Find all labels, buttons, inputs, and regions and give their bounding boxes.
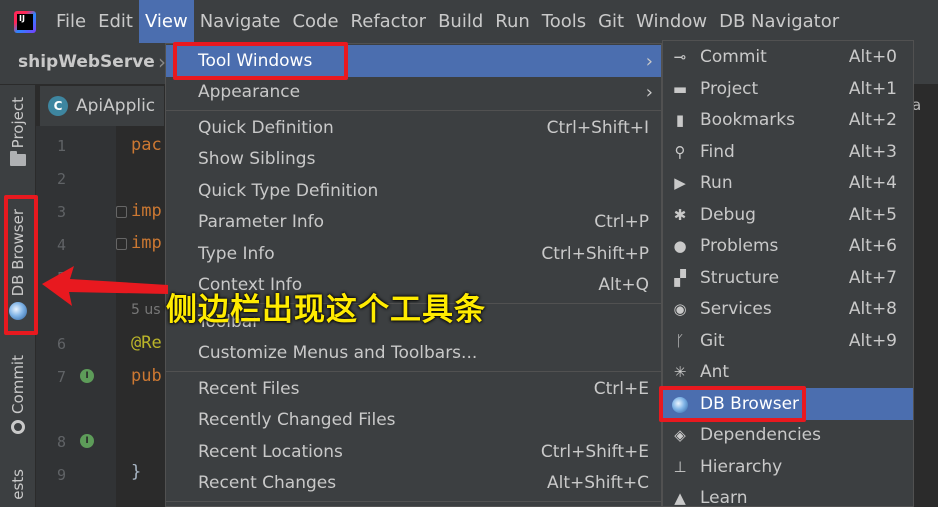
line-number: 7: [56, 368, 66, 386]
annotation-arrow-icon: [42, 266, 168, 306]
submenu-item-bookmarks[interactable]: ▮ Bookmarks Alt+2: [663, 104, 913, 136]
bug-icon: ✱: [673, 206, 687, 224]
code-line[interactable]: @Re: [131, 333, 162, 353]
submenu-item-problems[interactable]: ● Problems Alt+6: [663, 230, 913, 262]
sidebar-tests-button[interactable]: ests: [0, 469, 36, 500]
intellij-logo-icon: IJ: [14, 10, 36, 33]
folder-icon: ▬: [672, 80, 688, 98]
menu-db-navigator[interactable]: DB Navigator: [713, 0, 845, 43]
menu-file[interactable]: File: [50, 0, 92, 43]
code-line[interactable]: }: [131, 462, 141, 482]
menu-separator: [166, 501, 661, 502]
sidebar-commit-button[interactable]: Commit: [0, 355, 36, 434]
menu-separator: [166, 110, 661, 111]
code-line[interactable]: pub: [131, 366, 162, 386]
submenu-arrow-icon: ›: [645, 81, 653, 103]
menu-item-parameter-info[interactable]: Parameter Info Ctrl+P: [166, 206, 661, 238]
menu-navigate[interactable]: Navigate: [194, 0, 287, 43]
menu-bar: IJ File Edit View Navigate Code Refactor…: [0, 0, 938, 43]
ant-icon: ✳: [673, 363, 687, 381]
menu-git[interactable]: Git: [592, 0, 630, 43]
sidebar-commit-label: Commit: [9, 355, 27, 414]
submenu-item-services[interactable]: ◉ Services Alt+8: [663, 293, 913, 325]
code-line[interactable]: imp: [131, 233, 162, 253]
line-number: 8: [56, 433, 66, 451]
dependencies-icon: ◈: [674, 426, 686, 444]
menu-refactor[interactable]: Refactor: [345, 0, 433, 43]
submenu-item-commit[interactable]: ⊸ Commit Alt+0: [663, 41, 913, 73]
code-line[interactable]: imp: [131, 201, 162, 221]
line-number: 2: [56, 170, 66, 188]
annotation-highlight-sidebar-db-browser: [4, 195, 38, 335]
submenu-item-run[interactable]: ▶ Run Alt+4: [663, 167, 913, 199]
project-breadcrumb[interactable]: shipWebServe: [18, 52, 155, 72]
sidebar-project-button[interactable]: Project: [0, 97, 36, 167]
folder-icon: [10, 151, 26, 167]
menu-item-recent-locations[interactable]: Recent Locations Ctrl+Shift+E: [166, 436, 661, 468]
menu-build[interactable]: Build: [432, 0, 489, 43]
line-number: 4: [56, 236, 66, 254]
class-icon: C: [48, 96, 68, 116]
code-line[interactable]: pac: [131, 135, 162, 155]
search-icon: ⚲: [674, 143, 686, 161]
line-number: 9: [56, 466, 66, 484]
menu-item-recent-changes[interactable]: Recent Changes Alt+Shift+C: [166, 467, 661, 499]
line-number: 3: [56, 203, 66, 221]
menu-item-recently-changed-files[interactable]: Recently Changed Files: [166, 404, 661, 436]
learn-icon: ▲: [674, 489, 686, 507]
implementation-gutter-icon[interactable]: I: [80, 369, 94, 383]
menu-item-appearance[interactable]: Appearance ›: [166, 76, 661, 108]
annotation-highlight-tool-windows: [173, 42, 348, 80]
commit-icon: ⊸: [673, 48, 687, 66]
sidebar-tests-label: ests: [9, 469, 27, 500]
git-icon: ᚴ: [675, 332, 685, 350]
play-icon: ▶: [674, 174, 686, 192]
hierarchy-icon: ⊥: [673, 458, 687, 476]
submenu-item-project[interactable]: ▬ Project Alt+1: [663, 73, 913, 105]
sidebar-project-label: Project: [9, 97, 27, 149]
menu-edit[interactable]: Edit: [92, 0, 139, 43]
fold-marker-icon[interactable]: [116, 238, 127, 250]
services-icon: ◉: [673, 300, 687, 318]
editor-tab[interactable]: C ApiApplic: [40, 86, 164, 126]
warning-icon: ●: [673, 237, 687, 255]
menu-item-show-siblings[interactable]: Show Siblings: [166, 143, 661, 175]
submenu-item-learn[interactable]: ▲ Learn: [663, 482, 913, 507]
annotation-highlight-submenu-db-browser: [659, 386, 806, 422]
submenu-item-debug[interactable]: ✱ Debug Alt+5: [663, 199, 913, 231]
line-number: 6: [56, 335, 66, 353]
submenu-arrow-icon: ›: [645, 50, 653, 72]
menu-item-customize-menus[interactable]: Customize Menus and Toolbars...: [166, 337, 661, 369]
view-menu-dropdown: Tool Windows › Appearance › Quick Defini…: [165, 43, 662, 507]
implementation-gutter-icon[interactable]: I: [80, 434, 94, 448]
fold-marker-icon[interactable]: [116, 206, 127, 218]
menu-separator: [166, 371, 661, 372]
menu-run[interactable]: Run: [489, 0, 536, 43]
menu-window[interactable]: Window: [630, 0, 713, 43]
submenu-item-git[interactable]: ᚴ Git Alt+9: [663, 325, 913, 357]
editor-tab-label: ApiApplic: [76, 96, 156, 116]
menu-item-quick-type-definition[interactable]: Quick Type Definition: [166, 175, 661, 207]
annotation-text: 侧边栏出现这个工具条: [166, 292, 486, 328]
menu-item-quick-definition[interactable]: Quick Definition Ctrl+Shift+I: [166, 112, 661, 144]
structure-icon: ▞: [674, 269, 686, 287]
menu-view[interactable]: View: [138, 0, 194, 43]
tool-windows-submenu: ⊸ Commit Alt+0 ▬ Project Alt+1 ▮ Bookmar…: [662, 40, 914, 507]
submenu-item-ant[interactable]: ✳ Ant: [663, 356, 913, 388]
line-number: 1: [56, 137, 66, 155]
submenu-item-dependencies[interactable]: ◈ Dependencies: [663, 419, 913, 451]
bookmark-icon: ▮: [675, 111, 685, 129]
editor-gutter: [36, 126, 116, 507]
submenu-item-hierarchy[interactable]: ⊥ Hierarchy: [663, 451, 913, 483]
menu-code[interactable]: Code: [286, 0, 344, 43]
commit-icon: [11, 419, 25, 434]
menu-item-recent-files[interactable]: Recent Files Ctrl+E: [166, 373, 661, 405]
submenu-item-structure[interactable]: ▞ Structure Alt+7: [663, 262, 913, 294]
submenu-item-find[interactable]: ⚲ Find Alt+3: [663, 136, 913, 168]
menu-item-type-info[interactable]: Type Info Ctrl+Shift+P: [166, 238, 661, 270]
menu-tools[interactable]: Tools: [536, 0, 592, 43]
